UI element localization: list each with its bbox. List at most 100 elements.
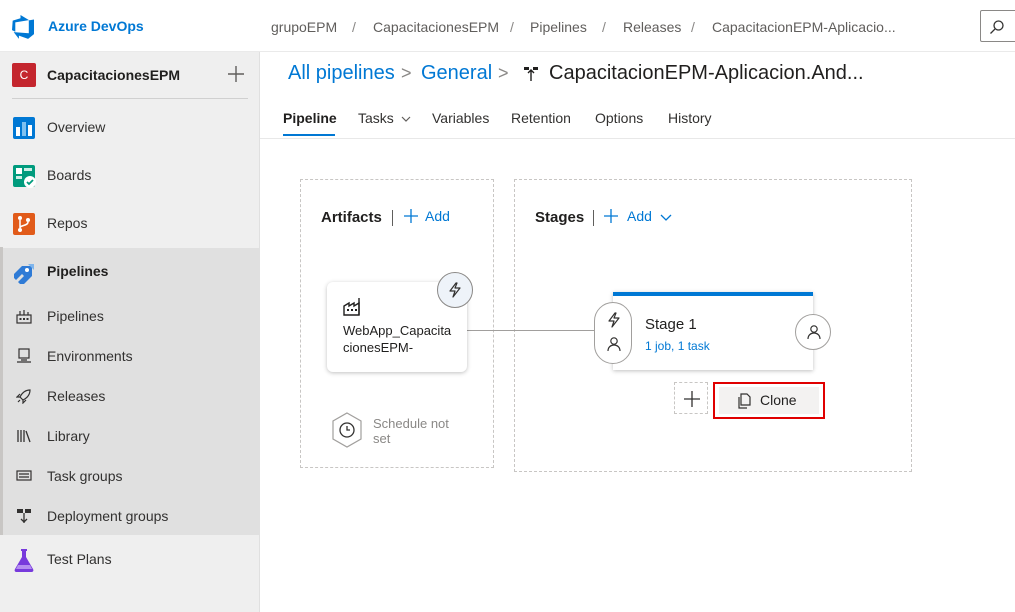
tab-retention[interactable]: Retention	[511, 110, 571, 126]
tab-label: Tasks	[358, 110, 394, 126]
sidebar-item-label: Pipelines	[47, 263, 109, 279]
tab-history[interactable]: History	[668, 110, 712, 126]
sidebar-item-label: Repos	[47, 215, 88, 231]
stage-name[interactable]: Stage 1	[645, 316, 697, 333]
environments-icon	[16, 348, 32, 364]
boards-icon	[12, 164, 36, 188]
brand-name[interactable]: Azure DevOps	[48, 18, 144, 34]
add-label: Add	[425, 208, 450, 224]
sidebar-item-overview[interactable]: Overview	[0, 104, 259, 152]
artifact-stage-connector	[467, 330, 595, 331]
sidebar-subitem-label: Pipelines	[47, 308, 104, 324]
library-icon	[16, 428, 32, 444]
chevron-down-icon	[401, 116, 411, 123]
build-artifact-icon	[343, 296, 363, 316]
add-stage-dropdown-button[interactable]: Add	[603, 208, 672, 224]
repos-icon	[12, 212, 36, 236]
add-icon	[604, 209, 618, 223]
project-avatar: C	[12, 63, 36, 87]
continuous-deployment-trigger-button[interactable]	[437, 272, 473, 308]
sidebar-item-pipelines[interactable]: Pipelines	[0, 248, 259, 296]
sidebar-subitem-label: Releases	[47, 388, 106, 404]
artifact-name: WebApp_CapacitacionesEPM-	[343, 323, 452, 355]
breadcrumb-pipelines[interactable]: Pipelines	[530, 19, 587, 35]
active-tab-indicator	[283, 134, 335, 136]
sidebar-subitem-deployment-groups[interactable]: Deployment groups	[0, 496, 259, 536]
chevron-down-icon	[660, 214, 672, 222]
divider	[12, 98, 248, 99]
stage-jobs-link[interactable]: 1 job, 1 task	[645, 339, 710, 353]
breadcrumb-separator: /	[691, 19, 695, 35]
sidebar: C CapacitacionesEPM Overview Boards Repo…	[0, 52, 260, 612]
breadcrumb-project[interactable]: CapacitacionesEPM	[373, 19, 499, 35]
chevron-right-icon: >	[498, 63, 509, 83]
sidebar-subitem-label: Library	[47, 428, 90, 444]
pipelines-sub-icon	[16, 308, 32, 324]
search-icon	[990, 20, 1004, 34]
breadcrumb-separator: /	[510, 19, 514, 35]
add-icon	[404, 209, 418, 223]
person-icon	[607, 337, 621, 352]
artifacts-title: Artifacts	[321, 209, 382, 226]
stages-title: Stages	[535, 209, 585, 226]
tab-tasks[interactable]: Tasks	[358, 110, 411, 126]
release-pipeline-icon	[523, 66, 539, 82]
deployment-groups-icon	[16, 508, 32, 524]
lightning-icon	[608, 312, 620, 328]
general-folder-link[interactable]: General	[421, 62, 492, 85]
top-bar: Azure DevOps grupoEPM / CapacitacionesEP…	[0, 0, 1015, 52]
sidebar-subitem-releases[interactable]: Releases	[0, 376, 259, 416]
sidebar-item-test-plans[interactable]: Test Plans	[0, 536, 259, 584]
breadcrumb-releases[interactable]: Releases	[623, 19, 681, 35]
add-label: Add	[627, 208, 652, 224]
add-artifact-button[interactable]: Add	[403, 208, 450, 224]
breadcrumb-release-pipeline[interactable]: CapacitacionEPM-Aplicacio...	[712, 19, 896, 35]
overview-icon	[12, 116, 36, 140]
sidebar-subitem-pipelines[interactable]: Pipelines	[0, 296, 259, 336]
search-input[interactable]	[980, 10, 1015, 42]
divider	[593, 210, 594, 226]
post-deployment-conditions-button[interactable]	[795, 314, 831, 350]
clock-icon[interactable]	[330, 411, 364, 449]
sidebar-subitem-environments[interactable]: Environments	[0, 336, 259, 376]
sidebar-subitem-library[interactable]: Library	[0, 416, 259, 456]
breadcrumb-organization[interactable]: grupoEPM	[271, 19, 337, 35]
sidebar-item-label: Overview	[47, 119, 106, 135]
pipelines-icon	[12, 260, 36, 284]
tab-variables[interactable]: Variables	[432, 110, 489, 126]
copy-icon	[738, 393, 751, 409]
sidebar-subitem-label: Deployment groups	[47, 508, 169, 524]
sidebar-subitem-label: Task groups	[47, 468, 123, 484]
stage-card[interactable]: Stage 1 1 job, 1 task	[613, 292, 813, 370]
project-header[interactable]: C CapacitacionesEPM	[0, 52, 260, 98]
sidebar-subitem-label: Environments	[47, 348, 133, 364]
pipelines-submenu: Pipelines Environments Releases Library …	[0, 295, 259, 535]
schedule-status[interactable]: Schedule not set	[373, 416, 453, 446]
add-icon	[684, 391, 700, 407]
clone-label: Clone	[760, 392, 797, 408]
clone-stage-button[interactable]: Clone	[713, 382, 825, 419]
divider	[260, 138, 1015, 139]
add-icon[interactable]	[226, 64, 246, 84]
sidebar-item-label: Test Plans	[47, 551, 112, 567]
pre-deployment-conditions-button[interactable]	[594, 302, 632, 364]
sidebar-item-label: Boards	[47, 167, 92, 183]
sidebar-subitem-task-groups[interactable]: Task groups	[0, 456, 259, 496]
clone-button-surface[interactable]: Clone	[719, 387, 819, 414]
add-stage-button[interactable]	[674, 382, 708, 414]
breadcrumb-separator: /	[602, 19, 606, 35]
divider	[392, 210, 393, 226]
tab-options[interactable]: Options	[595, 110, 643, 126]
lightning-icon	[449, 282, 461, 298]
azure-devops-logo-icon[interactable]	[12, 15, 36, 39]
sidebar-item-boards[interactable]: Boards	[0, 152, 259, 200]
person-icon	[807, 325, 821, 340]
page-title[interactable]: CapacitacionEPM-Aplicacion.And...	[549, 62, 864, 85]
project-name[interactable]: CapacitacionesEPM	[47, 67, 180, 83]
tab-pipeline[interactable]: Pipeline	[283, 110, 337, 126]
sidebar-item-repos[interactable]: Repos	[0, 200, 259, 248]
breadcrumb-separator: /	[352, 19, 356, 35]
all-pipelines-link[interactable]: All pipelines	[288, 62, 395, 85]
selection-indicator	[0, 247, 3, 535]
chevron-right-icon: >	[401, 63, 412, 83]
